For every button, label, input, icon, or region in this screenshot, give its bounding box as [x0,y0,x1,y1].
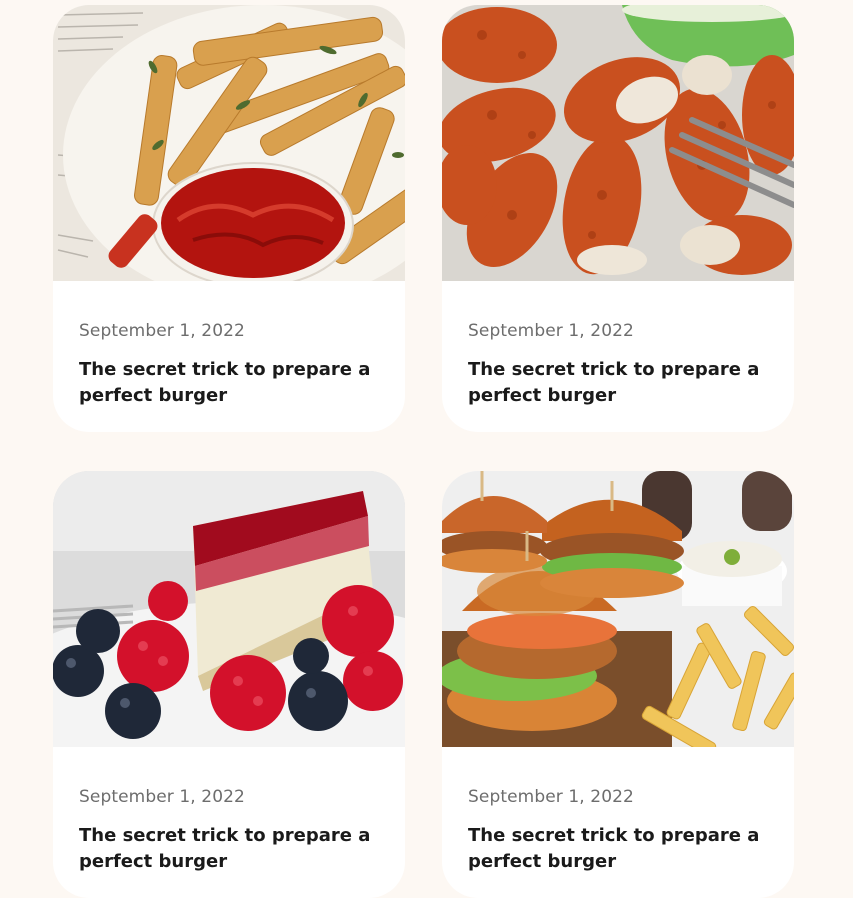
fried-chicken-tenders-image[interactable] [442,5,794,281]
blog-card[interactable]: September 1, 2022 The secret trick to pr… [53,5,405,432]
post-date: September 1, 2022 [468,321,634,341]
post-title[interactable]: The secret trick to prepare a perfect bu… [79,823,379,875]
post-date: September 1, 2022 [79,787,245,807]
blog-card[interactable]: September 1, 2022 The secret trick to pr… [442,471,794,898]
post-title[interactable]: The secret trick to prepare a perfect bu… [468,357,768,409]
chicken-burgers-with-fries-image[interactable] [442,471,794,747]
raspberry-cheesecake-image[interactable] [53,471,405,747]
post-date: September 1, 2022 [79,321,245,341]
post-title[interactable]: The secret trick to prepare a perfect bu… [468,823,768,875]
blog-card-grid: September 1, 2022 The secret trick to pr… [53,5,794,898]
blog-card[interactable]: September 1, 2022 The secret trick to pr… [53,471,405,898]
post-date: September 1, 2022 [468,787,634,807]
post-title[interactable]: The secret trick to prepare a perfect bu… [79,357,379,409]
fries-with-ketchup-image[interactable] [53,5,405,281]
blog-card[interactable]: September 1, 2022 The secret trick to pr… [442,5,794,432]
